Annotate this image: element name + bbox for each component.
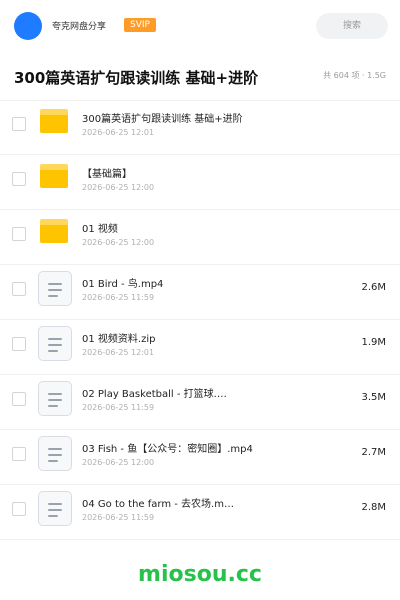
page-title: 300篇英语扩句跟读训练 基础+进阶 bbox=[14, 69, 259, 87]
folder-icon bbox=[40, 219, 68, 243]
avatar[interactable] bbox=[14, 12, 42, 40]
item-size: 1.9M bbox=[361, 337, 386, 348]
item-size: 2.6M bbox=[361, 282, 386, 293]
list-item[interactable]: 03 Fish - 鱼【公众号：密知圈】.mp4 2026-06-25 12:0… bbox=[0, 430, 400, 485]
list-item[interactable]: 01 Bird - 鸟.mp4 2026-06-25 11:59 2.6M bbox=[0, 265, 400, 320]
file-list: 300篇英语扩句跟读训练 基础+进阶 2026-06-25 12:01 【基础篇… bbox=[0, 100, 400, 540]
item-name: 04 Go to the farm - 去农场.m… bbox=[82, 499, 234, 510]
item-name: 02 Play Basketball - 打篮球.… bbox=[82, 389, 227, 400]
select-checkbox[interactable] bbox=[12, 502, 26, 516]
folder-icon bbox=[40, 164, 68, 188]
item-date: 2026-06-25 12:00 bbox=[82, 183, 155, 192]
item-name: 03 Fish - 鱼【公众号：密知圈】.mp4 bbox=[82, 444, 253, 455]
item-size: 2.8M bbox=[361, 502, 386, 513]
select-checkbox[interactable] bbox=[12, 447, 26, 461]
list-item[interactable]: 01 视频 2026-06-25 12:00 bbox=[0, 210, 400, 265]
list-item[interactable]: 02 Play Basketball - 打篮球.… 2026-06-25 11… bbox=[0, 375, 400, 430]
item-date: 2026-06-25 12:01 bbox=[82, 128, 155, 137]
file-icon bbox=[38, 381, 72, 416]
item-name: 300篇英语扩句跟读训练 基础+进阶 bbox=[82, 114, 243, 125]
search-button[interactable]: 搜索 bbox=[316, 13, 388, 39]
list-item[interactable]: 300篇英语扩句跟读训练 基础+进阶 2026-06-25 12:01 bbox=[0, 100, 400, 155]
list-item[interactable]: 【基础篇】 2026-06-25 12:00 bbox=[0, 155, 400, 210]
watermark: miosou.cc bbox=[138, 562, 262, 587]
folder-meta: 共 604 项 · 1.5G bbox=[323, 71, 386, 80]
share-owner-name: 夸克网盘分享 bbox=[52, 22, 107, 32]
select-checkbox[interactable] bbox=[12, 337, 26, 351]
select-checkbox[interactable] bbox=[12, 282, 26, 296]
list-item[interactable]: 04 Go to the farm - 去农场.m… 2026-06-25 11… bbox=[0, 485, 400, 540]
select-checkbox[interactable] bbox=[12, 172, 26, 186]
item-name: 01 Bird - 鸟.mp4 bbox=[82, 279, 164, 290]
item-date: 2026-06-25 12:00 bbox=[82, 458, 155, 467]
select-checkbox[interactable] bbox=[12, 117, 26, 131]
item-date: 2026-06-25 11:59 bbox=[82, 403, 155, 412]
item-name: 01 视频资料.zip bbox=[82, 334, 156, 345]
item-date: 2026-06-25 12:01 bbox=[82, 348, 155, 357]
select-checkbox[interactable] bbox=[12, 227, 26, 241]
svip-badge: SVIP bbox=[124, 18, 156, 32]
item-size: 3.5M bbox=[361, 392, 386, 403]
item-date: 2026-06-25 12:00 bbox=[82, 238, 155, 247]
file-icon bbox=[38, 326, 72, 361]
folder-header: 300篇英语扩句跟读训练 基础+进阶 共 604 项 · 1.5G bbox=[0, 52, 400, 101]
select-checkbox[interactable] bbox=[12, 392, 26, 406]
file-icon bbox=[38, 271, 72, 306]
file-icon bbox=[38, 436, 72, 471]
file-icon bbox=[38, 491, 72, 526]
item-name: 【基础篇】 bbox=[82, 169, 132, 180]
item-size: 2.7M bbox=[361, 447, 386, 458]
item-name: 01 视频 bbox=[82, 224, 118, 235]
top-bar: 夸克网盘分享 SVIP 搜索 bbox=[0, 0, 400, 53]
item-date: 2026-06-25 11:59 bbox=[82, 293, 155, 302]
item-date: 2026-06-25 11:59 bbox=[82, 513, 155, 522]
folder-icon bbox=[40, 109, 68, 133]
list-item[interactable]: 01 视频资料.zip 2026-06-25 12:01 1.9M bbox=[0, 320, 400, 375]
